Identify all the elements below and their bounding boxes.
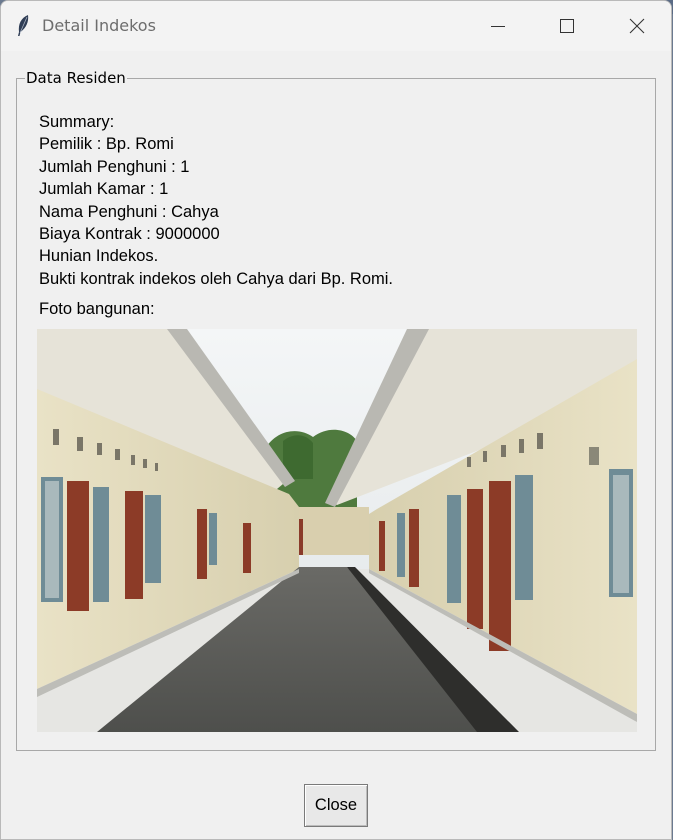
- summary-line: Summary:: [39, 113, 115, 131]
- summary-line: Jumlah Penghuni : 1: [39, 157, 190, 176]
- minimize-button[interactable]: [463, 1, 533, 51]
- frame-legend: Data Residen: [25, 69, 127, 87]
- photo-label: Foto bangunan:: [39, 300, 155, 318]
- summary-line: Bukti kontrak indekos oleh Cahya dari Bp…: [39, 269, 394, 288]
- summary-line: Nama Penghuni : Cahya: [39, 202, 219, 221]
- detail-window: Detail Indekos Data Residen Summary: Pem…: [0, 0, 672, 840]
- maximize-icon: [560, 19, 574, 33]
- title-bar[interactable]: Detail Indekos: [1, 1, 671, 51]
- minimize-icon: [491, 26, 505, 27]
- maximize-button[interactable]: [532, 1, 602, 51]
- summary-line: Pemilik : Bp. Romi: [39, 135, 174, 154]
- feather-icon: [15, 14, 31, 38]
- summary-line: Jumlah Kamar : 1: [39, 180, 169, 199]
- summary-text: Summary: Pemilik : Bp. Romi Jumlah Pengh…: [39, 111, 393, 290]
- close-icon: [629, 18, 645, 34]
- window-title: Detail Indekos: [42, 16, 156, 35]
- close-button[interactable]: Close: [304, 784, 368, 827]
- close-window-button[interactable]: [602, 1, 671, 51]
- summary-line: Hunian Indekos.: [39, 247, 159, 266]
- building-photo: [37, 329, 637, 732]
- summary-line: Biaya Kontrak : 9000000: [39, 225, 220, 244]
